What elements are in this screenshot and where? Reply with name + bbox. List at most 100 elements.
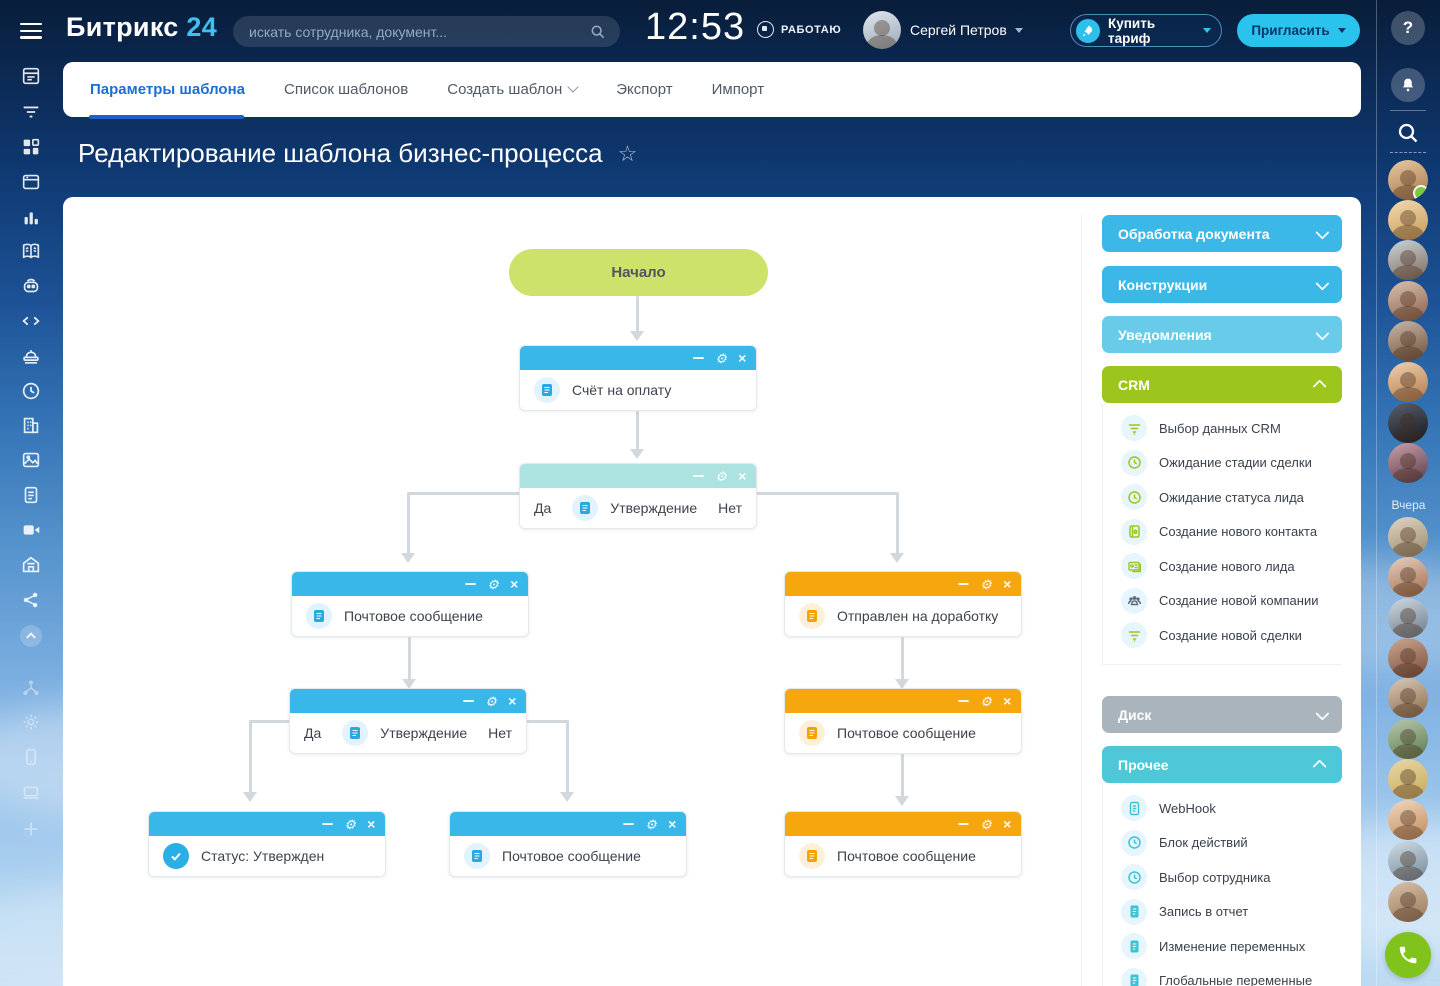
branch-yes-label[interactable]: Да [304, 725, 321, 741]
branch-no-label[interactable]: Нет [718, 500, 742, 516]
user-menu[interactable]: Сергей Петров [910, 22, 1023, 38]
chat-avatar[interactable] [1388, 281, 1428, 321]
action-webhook[interactable]: WebHook [1103, 791, 1342, 826]
market-icon[interactable] [20, 554, 42, 576]
action-wait-deal-stage[interactable]: Ожидание стадии сделки [1103, 446, 1342, 481]
call-button[interactable] [1385, 932, 1431, 978]
sitemap-icon[interactable] [20, 677, 42, 699]
chat-avatar[interactable] [1388, 443, 1428, 483]
action-wait-lead-status[interactable]: Ожидание статуса лида [1103, 480, 1342, 515]
buy-tariff-button[interactable]: Купить тариф [1070, 14, 1222, 47]
category-notifications[interactable]: Уведомления [1102, 316, 1342, 353]
branch-yes-label[interactable]: Да [534, 500, 551, 516]
action-create-deal[interactable]: Создание новой сделки [1103, 618, 1342, 653]
knowledge-book-icon[interactable] [20, 240, 42, 262]
reports-chart-icon[interactable] [20, 206, 42, 228]
close-icon[interactable]: × [668, 817, 676, 831]
settings-gear-icon[interactable]: ⚙ [344, 818, 356, 831]
minimize-icon[interactable] [958, 823, 969, 825]
close-icon[interactable]: × [367, 817, 375, 831]
category-crm[interactable]: CRM [1102, 366, 1342, 403]
flow-node-rework[interactable]: ⚙× Отправлен на доработку [784, 571, 1022, 637]
settings-gear-icon[interactable]: ⚙ [715, 352, 727, 365]
category-other[interactable]: Прочее [1102, 746, 1342, 783]
action-create-company[interactable]: Создание новой компании [1103, 584, 1342, 619]
chat-avatar[interactable] [1388, 240, 1428, 280]
desktop-icon[interactable] [20, 781, 42, 803]
flow-node-mail-2[interactable]: ⚙× Почтовое сообщение [784, 688, 1022, 754]
feed-icon[interactable] [20, 65, 42, 87]
close-icon[interactable]: × [508, 694, 516, 708]
gallery-image-icon[interactable] [20, 449, 42, 471]
settings-gear-icon[interactable]: ⚙ [980, 818, 992, 831]
settings-gear-icon[interactable]: ⚙ [645, 818, 657, 831]
settings-gear-icon[interactable]: ⚙ [980, 695, 992, 708]
close-icon[interactable]: × [1003, 817, 1011, 831]
flow-node-invoice[interactable]: ⚙× Счёт на оплату [519, 345, 757, 411]
tasks-filter-icon[interactable] [20, 101, 42, 123]
action-report-entry[interactable]: Запись в отчет [1103, 895, 1342, 930]
minimize-icon[interactable] [463, 700, 474, 702]
sites-icon[interactable] [20, 171, 42, 193]
chat-avatar[interactable] [1388, 160, 1428, 200]
settings-gear-icon[interactable]: ⚙ [487, 578, 499, 591]
user-avatar[interactable] [863, 11, 901, 49]
flow-node-mail-4[interactable]: ⚙× Почтовое сообщение [784, 811, 1022, 877]
chat-avatar[interactable] [1388, 759, 1428, 799]
search-icon[interactable] [590, 24, 606, 40]
invite-button[interactable]: Пригласить [1237, 14, 1360, 47]
flow-node-approval-1[interactable]: ⚙× Да Утверждение Нет [519, 463, 757, 529]
chat-avatar[interactable] [1388, 200, 1428, 240]
favorite-star-icon[interactable]: ☆ [618, 141, 638, 167]
action-change-variables[interactable]: Изменение переменных [1103, 929, 1342, 964]
mobile-icon[interactable] [20, 746, 42, 768]
close-icon[interactable]: × [510, 577, 518, 591]
company-building-icon[interactable] [20, 414, 42, 436]
time-clock-icon[interactable] [20, 380, 42, 402]
logo[interactable]: Битрикс 24 [66, 12, 217, 43]
documents-icon[interactable] [20, 484, 42, 506]
apps-grid-icon[interactable] [20, 136, 42, 158]
chat-avatar[interactable] [1388, 800, 1428, 840]
minimize-icon[interactable] [693, 475, 704, 477]
close-icon[interactable]: × [738, 469, 746, 483]
chat-avatar[interactable] [1388, 882, 1428, 922]
close-icon[interactable]: × [738, 351, 746, 365]
chat-avatar[interactable] [1388, 719, 1428, 759]
close-icon[interactable]: × [1003, 694, 1011, 708]
action-action-block[interactable]: Блок действий [1103, 826, 1342, 861]
tab-export[interactable]: Экспорт [616, 81, 672, 98]
notifications-button[interactable] [1391, 68, 1425, 102]
settings-gear-icon[interactable] [20, 711, 42, 733]
developer-code-icon[interactable] [20, 310, 42, 332]
video-icon[interactable] [20, 519, 42, 541]
branch-no-label[interactable]: Нет [488, 725, 512, 741]
help-button[interactable]: ? [1391, 11, 1425, 45]
collapse-chevron-up-icon[interactable] [20, 625, 42, 647]
chat-avatar[interactable] [1388, 517, 1428, 557]
flow-node-start[interactable]: Начало [509, 249, 768, 296]
minimize-icon[interactable] [322, 823, 333, 825]
settings-gear-icon[interactable]: ⚙ [715, 470, 727, 483]
action-global-variables[interactable]: Глобальные переменные [1103, 964, 1342, 986]
action-crm-data-select[interactable]: Выбор данных CRM [1103, 411, 1342, 446]
flow-node-mail-1[interactable]: ⚙× Почтовое сообщение [291, 571, 529, 637]
tab-template-list[interactable]: Список шаблонов [284, 81, 408, 98]
action-create-contact[interactable]: Создание нового контакта [1103, 515, 1342, 550]
search-input[interactable] [233, 16, 620, 47]
network-share-icon[interactable] [20, 589, 42, 611]
action-create-lead[interactable]: Создание нового лида [1103, 549, 1342, 584]
category-disk[interactable]: Диск [1102, 696, 1342, 733]
search-icon[interactable] [1396, 121, 1420, 145]
chat-avatar[interactable] [1388, 362, 1428, 402]
workflow-canvas[interactable]: Начало ⚙× Счёт на оплату ⚙× Да Утвержден… [63, 197, 1361, 986]
chat-avatar[interactable] [1388, 403, 1428, 443]
action-employee-select[interactable]: Выбор сотрудника [1103, 860, 1342, 895]
minimize-icon[interactable] [623, 823, 634, 825]
chat-avatar[interactable] [1388, 678, 1428, 718]
flow-node-status-approved[interactable]: ⚙× Статус: Утвержден [148, 811, 386, 877]
minimize-icon[interactable] [693, 357, 704, 359]
settings-gear-icon[interactable]: ⚙ [980, 578, 992, 591]
tab-import[interactable]: Импорт [712, 81, 764, 98]
robot-automation-icon[interactable] [20, 275, 42, 297]
